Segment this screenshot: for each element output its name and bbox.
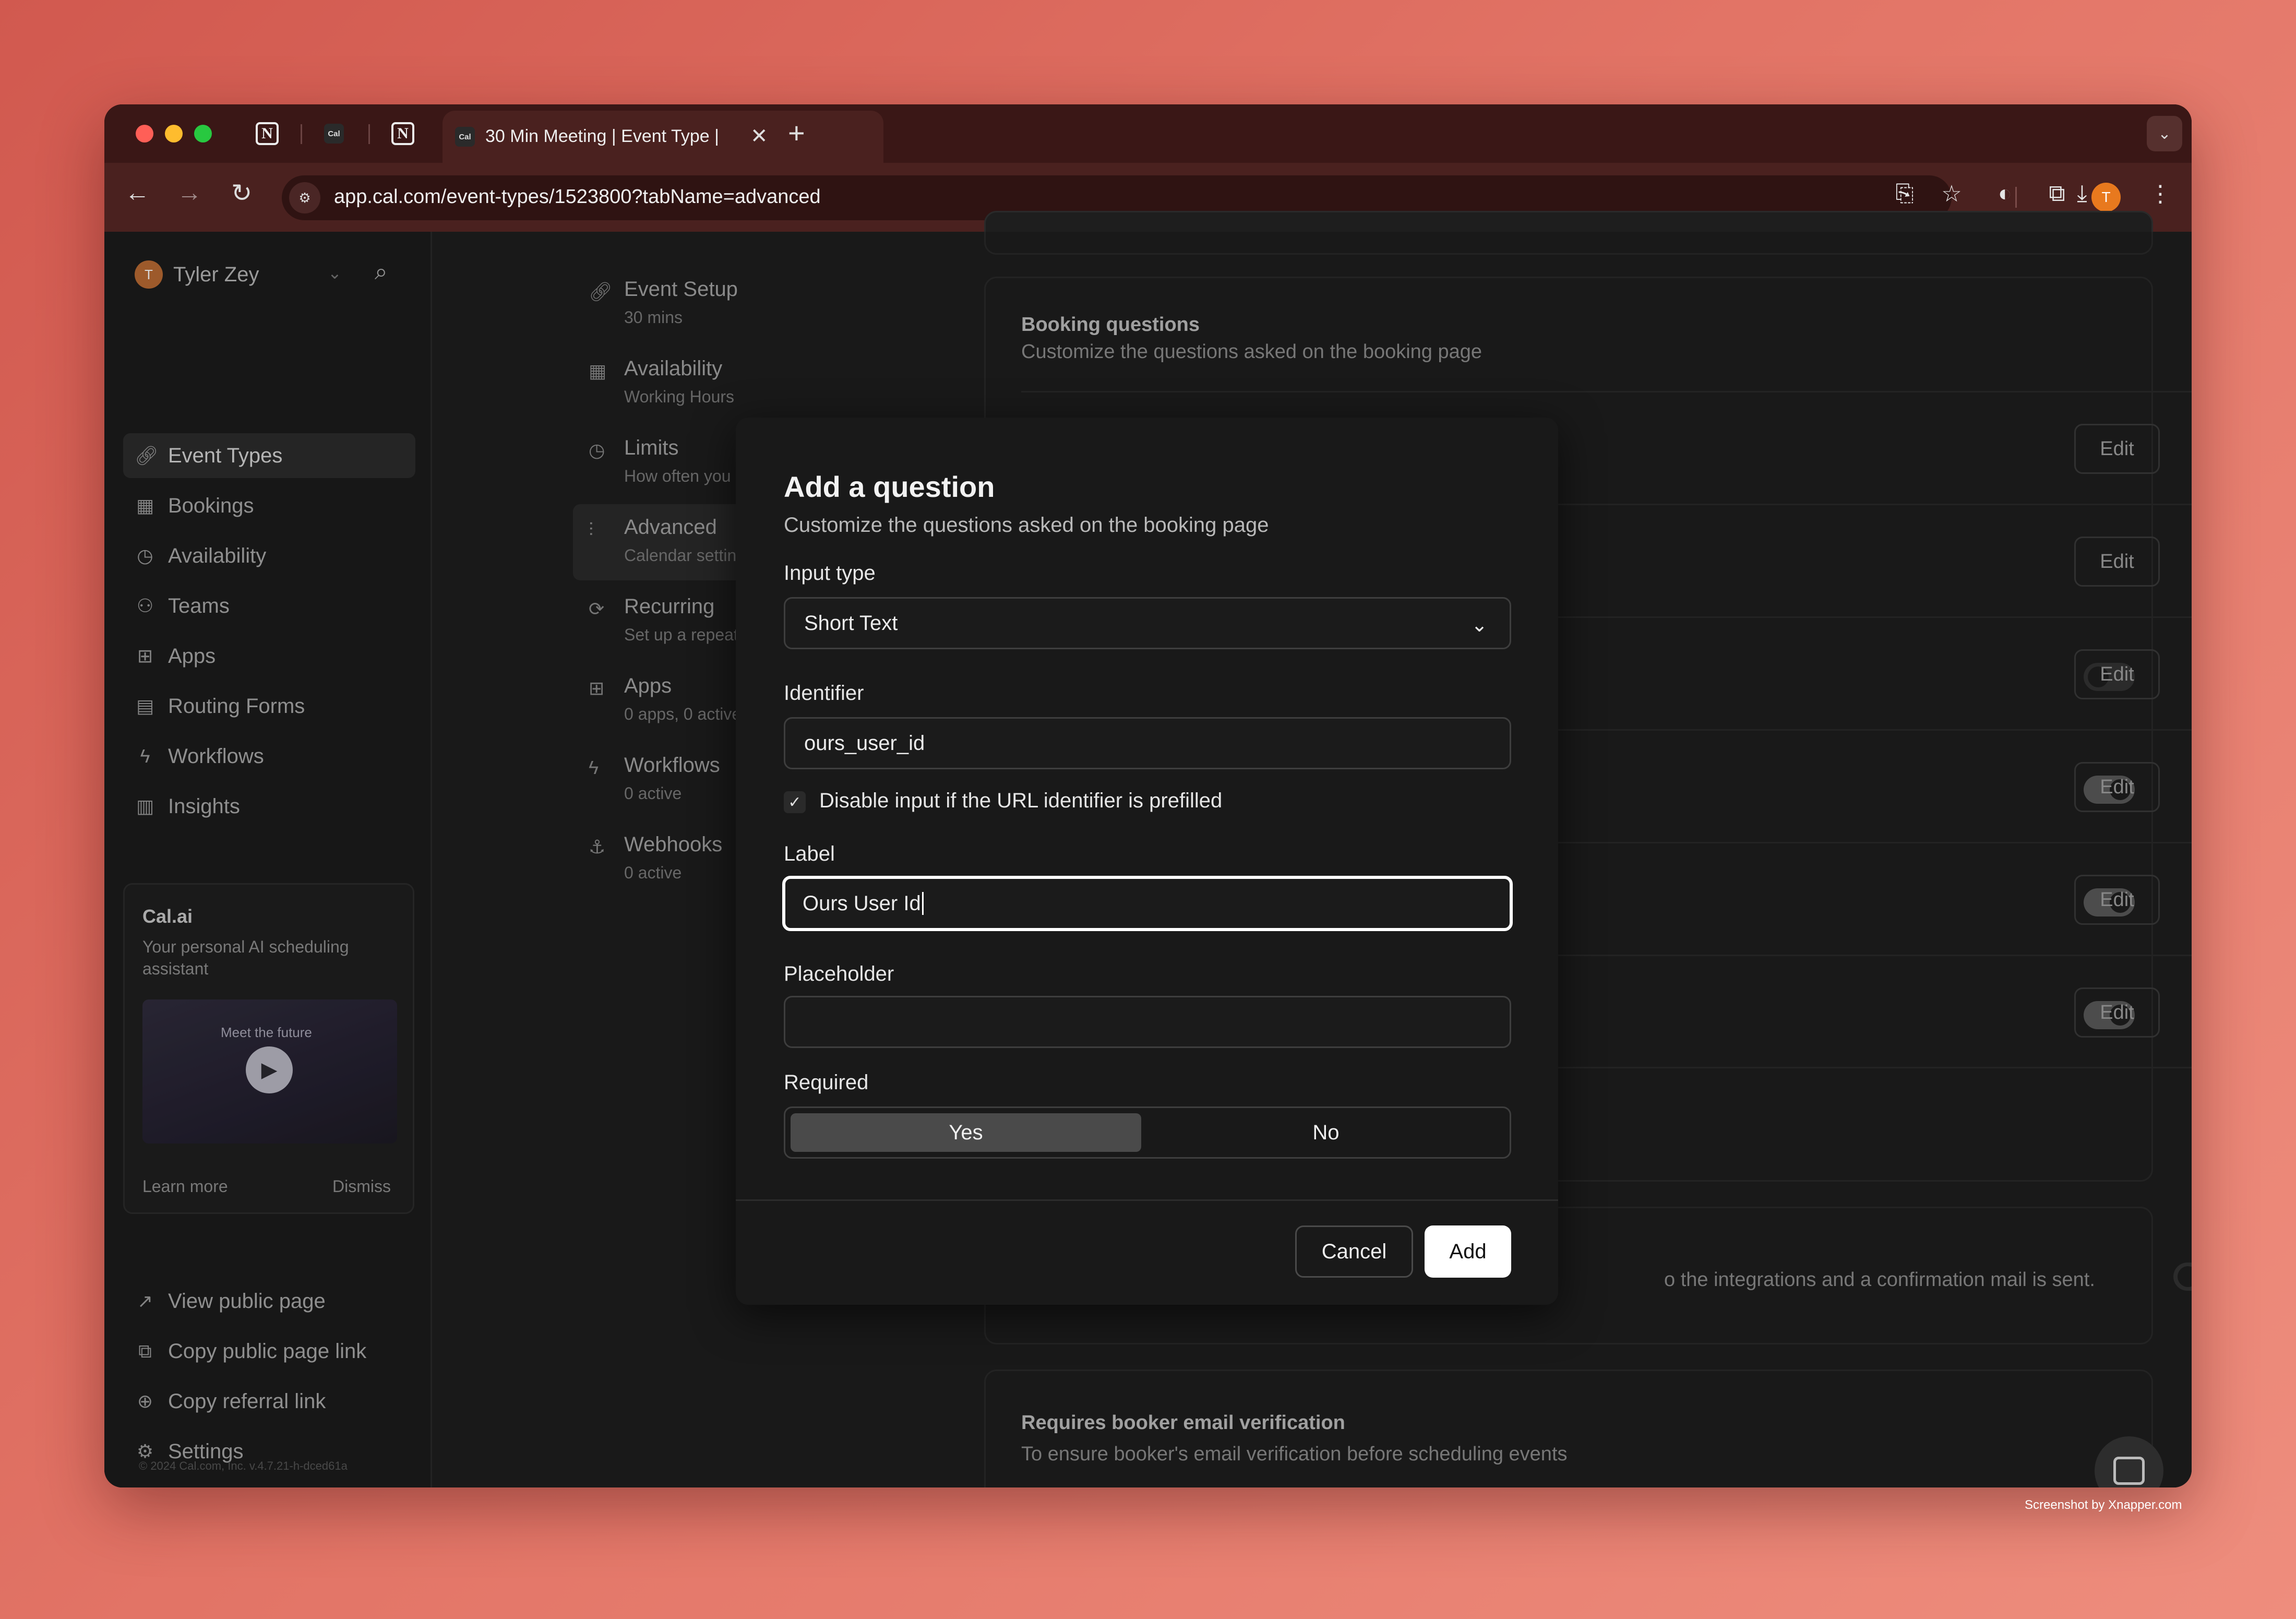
- site-info-icon[interactable]: ⚙: [289, 182, 320, 213]
- input-type-label: Input type: [784, 562, 876, 585]
- pinned-tab-notion-2[interactable]: N: [389, 120, 416, 147]
- reload-icon[interactable]: ↻: [223, 178, 260, 208]
- tab-title: 30 Min Meeting | Event Type |: [485, 126, 719, 146]
- cal-icon: Cal: [324, 124, 344, 144]
- disable-input-checkbox-label[interactable]: Disable input if the URL identifier is p…: [819, 789, 1222, 813]
- active-tab[interactable]: Cal 30 Min Meeting | Event Type | ✕: [443, 111, 883, 163]
- tab-search-chevron-icon[interactable]: ⌄: [2147, 116, 2182, 151]
- chevron-down-icon: ⌄: [1471, 614, 1488, 636]
- new-tab-button[interactable]: +: [788, 116, 805, 150]
- disable-input-checkbox[interactable]: ✓: [784, 791, 806, 813]
- url-text[interactable]: app.cal.com/event-types/1523800?tabName=…: [334, 186, 821, 208]
- identifier-value: ours_user_id: [804, 731, 925, 755]
- cal-icon: Cal: [455, 127, 475, 147]
- label-field-label: Label: [784, 842, 835, 865]
- browser-menu-icon[interactable]: ⋮: [2145, 181, 2176, 207]
- back-icon[interactable]: ←: [119, 178, 156, 207]
- dialog-title: Add a question: [784, 470, 995, 503]
- add-button[interactable]: Add: [1425, 1225, 1511, 1278]
- add-question-dialog: Add a question Customize the questions a…: [736, 418, 1558, 1305]
- close-window-button[interactable]: [136, 125, 153, 142]
- label-field[interactable]: Ours User Id: [782, 876, 1513, 931]
- install-app-icon[interactable]: ⎘: [1889, 181, 1920, 207]
- bookmark-star-icon[interactable]: ☆: [1936, 181, 1967, 207]
- dialog-subtitle: Customize the questions asked on the boo…: [784, 514, 1269, 537]
- required-no-option[interactable]: No: [1151, 1113, 1501, 1152]
- browser-window: N Cal N Cal 30 Min Meeting | Event Type …: [104, 104, 2192, 1487]
- dialog-footer-divider: [736, 1199, 1558, 1201]
- identifier-field[interactable]: ours_user_id: [784, 717, 1511, 769]
- label-value: Ours User Id: [803, 891, 921, 915]
- maximize-window-button[interactable]: [194, 125, 212, 142]
- input-type-select[interactable]: Short Text ⌄: [784, 597, 1511, 649]
- placeholder-field[interactable]: [784, 996, 1511, 1048]
- required-label: Required: [784, 1071, 869, 1094]
- cancel-button[interactable]: Cancel: [1295, 1225, 1413, 1278]
- tab-bar: N Cal N Cal 30 Min Meeting | Event Type …: [104, 104, 2192, 163]
- input-type-value: Short Text: [804, 611, 898, 635]
- screenshot-credit: Screenshot by Xnapper.com: [2025, 1498, 2182, 1512]
- profile-avatar[interactable]: T: [2091, 183, 2121, 212]
- tab-close-icon[interactable]: ✕: [750, 124, 768, 148]
- notion-icon: N: [391, 122, 414, 145]
- pinned-tab-cal[interactable]: Cal: [320, 120, 348, 147]
- notion-icon: N: [256, 122, 279, 145]
- forward-icon[interactable]: →: [171, 178, 208, 207]
- required-yes-option[interactable]: Yes: [791, 1113, 1141, 1152]
- pinned-tab-notion-1[interactable]: N: [254, 120, 281, 147]
- identifier-label: Identifier: [784, 682, 864, 705]
- minimize-window-button[interactable]: [165, 125, 183, 142]
- required-toggle-group: Yes No: [784, 1106, 1511, 1159]
- chat-icon: [2113, 1457, 2145, 1485]
- placeholder-label: Placeholder: [784, 962, 894, 985]
